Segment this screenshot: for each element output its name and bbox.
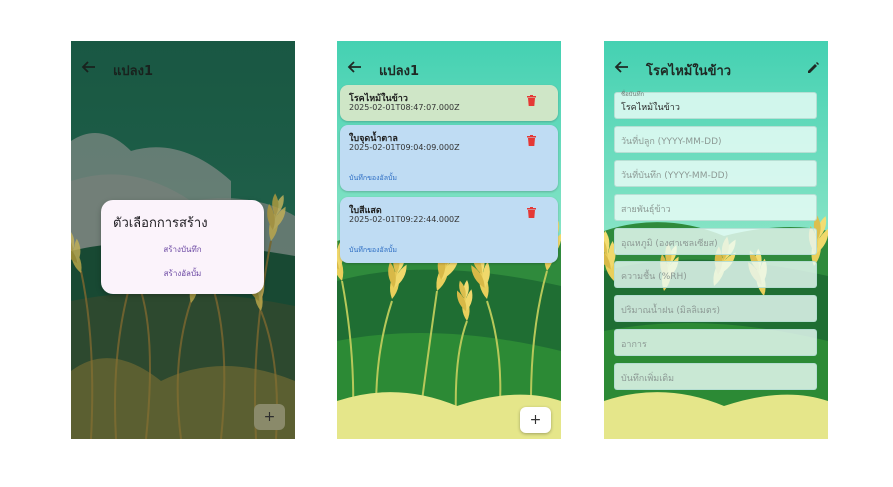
screen-plot-create-options: แปลง1 ตัวเลือกการสร้าง สร้างบันทึก สร้าง…: [71, 41, 295, 439]
field-placeholder: วันที่บันทึก (YYYY-MM-DD): [621, 171, 729, 181]
record-name-field[interactable]: ชื่อบันทึก โรคไหม้ในข้าว: [614, 91, 817, 119]
rice-variety-field[interactable]: สายพันธุ์ข้าว: [614, 194, 817, 221]
record-date-field[interactable]: วันที่บันทึก (YYYY-MM-DD): [614, 160, 817, 187]
create-record-option[interactable]: สร้างบันทึก: [101, 243, 264, 256]
create-options-dialog: ตัวเลือกการสร้าง สร้างบันทึก สร้างอัลบั้…: [101, 200, 264, 294]
plus-icon: +: [529, 412, 542, 428]
field-placeholder: ปริมาณน้ำฝน (มิลลิเมตร): [621, 306, 721, 316]
album-records-link[interactable]: บันทึกของอัลบั้ม: [349, 173, 397, 184]
page-title: แปลง1: [379, 64, 419, 79]
add-button[interactable]: +: [254, 404, 285, 430]
trash-icon[interactable]: [527, 135, 536, 146]
notes-field[interactable]: บันทึกเพิ่มเติม: [614, 363, 817, 390]
album-date: 2025-02-01T09:04:09.000Z: [349, 143, 460, 152]
field-placeholder: ความชื้น (%RH): [621, 272, 687, 282]
album-records-link[interactable]: บันทึกของอัลบั้ม: [349, 245, 397, 256]
symptoms-field[interactable]: อาการ: [614, 329, 817, 356]
album-date: 2025-02-01T09:22:44.000Z: [349, 215, 460, 224]
album-card[interactable]: ใบสีแสด 2025-02-01T09:22:44.000Z บันทึกข…: [340, 197, 558, 263]
add-button[interactable]: +: [520, 407, 551, 433]
record-card[interactable]: โรคไหม้ในข้าว 2025-02-01T08:47:07.000Z: [340, 85, 558, 121]
field-label: ชื่อบันทึก: [621, 91, 645, 98]
arrow-left-icon[interactable]: [347, 59, 363, 75]
field-placeholder: อุณหภูมิ (องศาเซลเซียส): [621, 239, 718, 249]
page-title: โรคไหม้ในข้าว: [646, 64, 732, 79]
humidity-field[interactable]: ความชื้น (%RH): [614, 261, 817, 288]
field-placeholder: สายพันธุ์ข้าว: [621, 205, 671, 215]
create-album-option[interactable]: สร้างอัลบั้ม: [101, 267, 264, 280]
planting-date-field[interactable]: วันที่ปลูก (YYYY-MM-DD): [614, 126, 817, 153]
field-placeholder: อาการ: [621, 340, 647, 350]
album-card[interactable]: ใบจุดน้ำตาล 2025-02-01T09:04:09.000Z บัน…: [340, 125, 558, 191]
rainfall-field[interactable]: ปริมาณน้ำฝน (มิลลิเมตร): [614, 295, 817, 322]
trash-icon[interactable]: [527, 207, 536, 218]
plus-icon: +: [263, 409, 276, 425]
dialog-title: ตัวเลือกการสร้าง: [113, 216, 208, 231]
record-date: 2025-02-01T08:47:07.000Z: [349, 103, 460, 112]
field-placeholder: วันที่ปลูก (YYYY-MM-DD): [621, 137, 722, 147]
pencil-icon[interactable]: [806, 61, 820, 75]
screen-record-detail: โรคไหม้ในข้าว ชื่อบันทึก โรคไหม้ในข้าว ว…: [604, 41, 828, 439]
field-placeholder: บันทึกเพิ่มเติม: [621, 374, 675, 384]
arrow-left-icon[interactable]: [614, 59, 630, 75]
trash-icon[interactable]: [527, 95, 536, 106]
field-value: โรคไหม้ในข้าว: [621, 103, 680, 113]
screen-plot-list: แปลง1 โรคไหม้ในข้าว 2025-02-01T08:47:07.…: [337, 41, 561, 439]
temperature-field[interactable]: อุณหภูมิ (องศาเซลเซียส): [614, 228, 817, 255]
